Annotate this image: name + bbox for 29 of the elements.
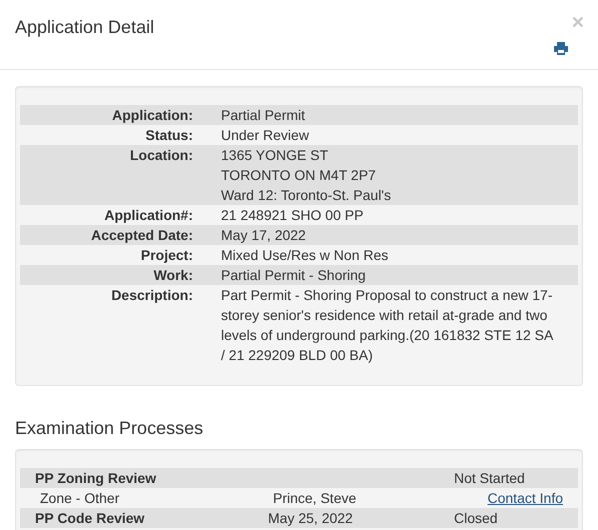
field-label: Accepted Date: — [90, 226, 193, 245]
field-label: Application: — [111, 106, 193, 125]
field-label: Description: — [110, 286, 193, 305]
field-label: Project: — [140, 246, 193, 265]
field-value: TORONTO ON M4T 2P7 — [221, 166, 377, 185]
process-date: May 25, 2022 — [268, 508, 354, 528]
process-status: Not Started — [454, 468, 526, 488]
modal-title: Application Detail — [15, 17, 154, 39]
process-name: PP Zoning Review — [35, 468, 158, 488]
section-heading: Examination Processes — [15, 418, 204, 440]
field-value: Mixed Use/Res w Non Res — [221, 246, 390, 265]
print-icon[interactable] — [554, 42, 568, 55]
field-value: 21 248921 SHO 00 PP — [221, 206, 364, 225]
task-name: Zone - Other — [40, 488, 120, 508]
process-status: Closed — [454, 508, 499, 528]
field-label: Status: — [144, 126, 193, 145]
contact-info-link[interactable]: Contact Info — [488, 488, 563, 508]
field-value: Under Review — [221, 126, 310, 145]
field-value: Ward 12: Toronto-St. Paul's — [221, 186, 392, 205]
field-label: Application#: — [103, 206, 193, 225]
field-value: Part Permit - Shoring Proposal to construct a new 17-storey senior's residence with retail at-grade and two levels of underground parking.(20 161832 STE 12 SA / 21 229209 BLD 00 BA) — [221, 286, 554, 365]
examiner-name: Prince, Steve — [273, 488, 358, 508]
field-label: Work: — [152, 266, 193, 285]
field-value: Partial Permit - Shoring — [221, 266, 367, 285]
field-label: Location: — [129, 146, 193, 165]
field-value: May 17, 2022 — [221, 226, 307, 245]
field-value: Partial Permit — [221, 106, 306, 125]
field-value: 1365 YONGE ST — [221, 146, 330, 165]
process-name: PP Code Review — [35, 508, 146, 528]
